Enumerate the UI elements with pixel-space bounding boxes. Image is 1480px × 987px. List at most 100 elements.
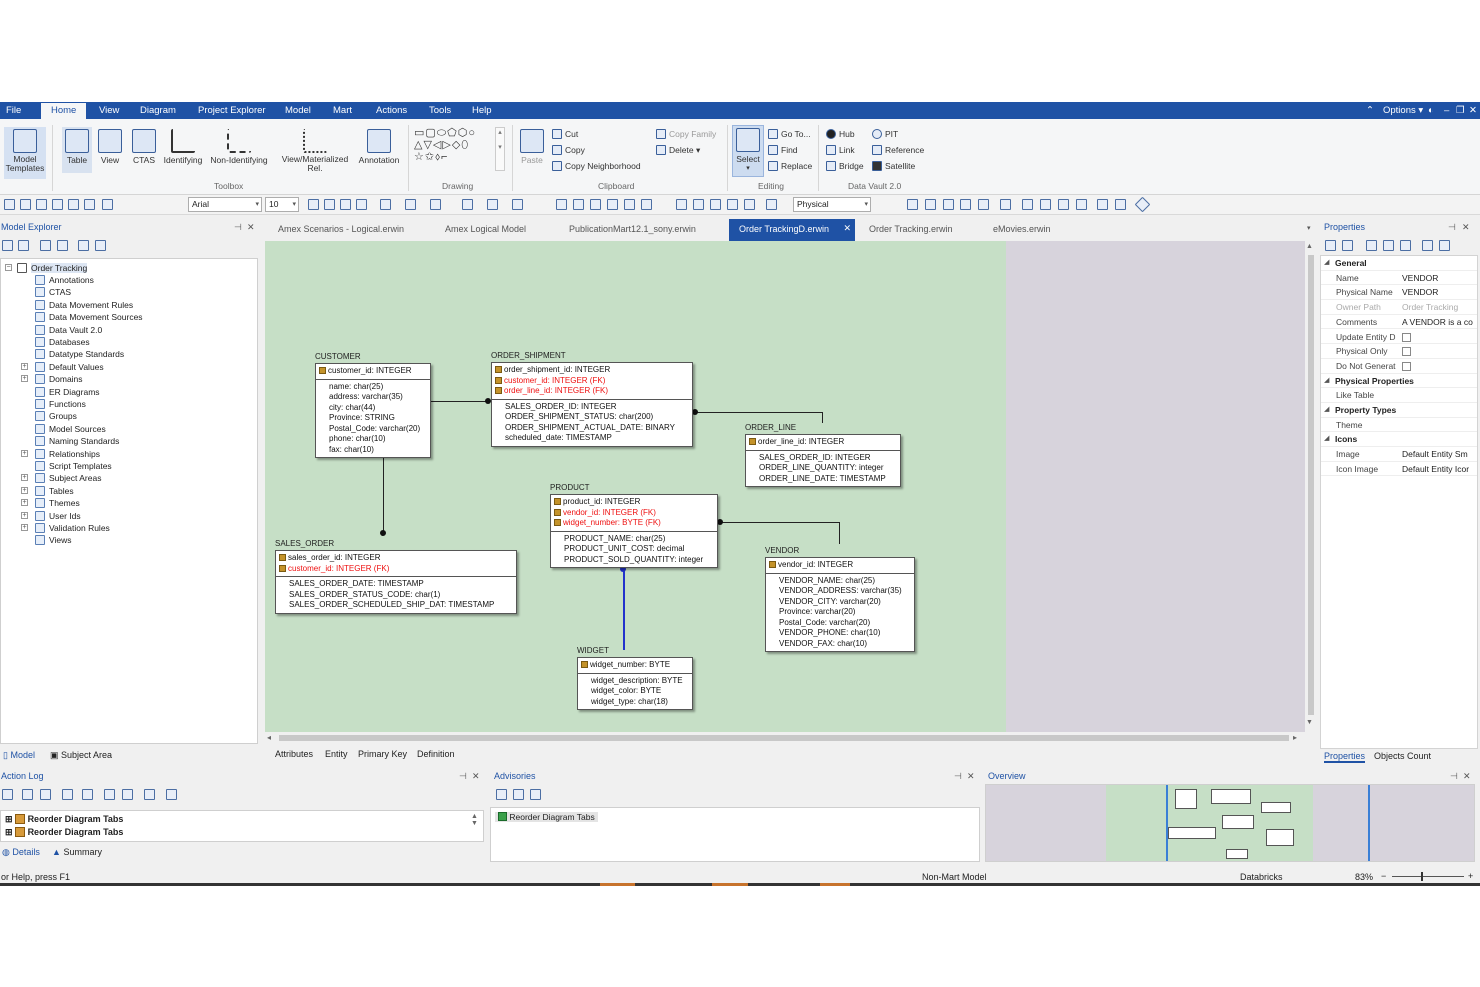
- copy-family-button[interactable]: Copy Family: [656, 127, 716, 141]
- al-tool-9-icon[interactable]: [166, 789, 177, 800]
- attribute-column[interactable]: SALES_ORDER_STATUS_CODE: char(1): [279, 590, 513, 601]
- copy-neighborhood-button[interactable]: Copy Neighborhood: [552, 159, 641, 173]
- primary-key-column[interactable]: vendor_id: INTEGER: [769, 560, 911, 571]
- tree-item-annotations[interactable]: Annotations: [35, 274, 94, 286]
- properties-pin-icon[interactable]: ⊣: [1448, 222, 1456, 233]
- entity-widget[interactable]: widget_number: BYTE widget_description: B…: [577, 657, 693, 710]
- attribute-column[interactable]: ORDER_SHIPMENT_ACTUAL_DATE: BINARY: [495, 423, 689, 434]
- font-color-icon[interactable]: [405, 199, 416, 210]
- expand-icon[interactable]: +: [21, 486, 28, 494]
- view-materialized-rel-button[interactable]: View/Materialized Rel.: [278, 127, 352, 173]
- attribute-column[interactable]: PRODUCT_NAME: char(25): [554, 534, 714, 545]
- prop-edit-icon[interactable]: [1383, 240, 1394, 251]
- action-log-entry[interactable]: ⊞ Reorder Diagram Tabs: [5, 827, 123, 838]
- tree-item-domains[interactable]: + Domains: [21, 373, 83, 385]
- non-identifying-button[interactable]: Non-Identifying: [208, 127, 270, 165]
- tree-item-model-sources[interactable]: Model Sources: [35, 423, 106, 435]
- close-panel-icon[interactable]: ✕: [247, 222, 255, 233]
- tool-4-icon[interactable]: [1076, 199, 1087, 210]
- property-row[interactable]: Physical Name VENDOR: [1321, 285, 1477, 301]
- back-icon[interactable]: [2, 240, 13, 251]
- underline-icon[interactable]: [340, 199, 351, 210]
- attribute-column[interactable]: VENDOR_PHONE: char(10): [769, 628, 911, 639]
- italic-icon[interactable]: [324, 199, 335, 210]
- property-row[interactable]: Update Entity D: [1321, 330, 1477, 345]
- advisories-pin-icon[interactable]: ⊣: [954, 771, 962, 782]
- advisory-entry[interactable]: Reorder Diagram Tabs: [495, 812, 598, 822]
- explorer-tag-icon[interactable]: [95, 240, 106, 251]
- entity-order-shipment[interactable]: order_shipment_id: INTEGER customer_id: I…: [491, 362, 693, 447]
- property-row[interactable]: Physical Only: [1321, 344, 1477, 359]
- rel-customer-sales-order[interactable]: [383, 454, 384, 534]
- attribute-column[interactable]: ORDER_LINE_DATE: TIMESTAMP: [749, 474, 897, 485]
- entity-order-line[interactable]: order_line_id: INTEGER SALES_ORDER_ID: IN…: [745, 434, 901, 487]
- tree-item-data-movement-rules[interactable]: Data Movement Rules: [35, 299, 133, 311]
- close-tab-icon[interactable]: ✕: [843, 223, 851, 234]
- menu-project-explorer[interactable]: Project Explorer: [198, 105, 266, 116]
- align-icon[interactable]: [512, 199, 523, 210]
- annotation-button[interactable]: Annotation: [354, 127, 404, 165]
- overview-pin-icon[interactable]: ⊣: [1450, 771, 1458, 782]
- ctas-button[interactable]: CTAS: [129, 127, 159, 165]
- layout-icon[interactable]: [641, 199, 652, 210]
- line-style-icon[interactable]: [462, 199, 473, 210]
- tree-item-datatype-standards[interactable]: Datatype Standards: [35, 348, 124, 360]
- options-menu[interactable]: Options ▾: [1383, 105, 1423, 116]
- overview-close-icon[interactable]: ✕: [1463, 771, 1471, 782]
- entity-product[interactable]: product_id: INTEGER vendor_id: INTEGER (F…: [550, 494, 718, 568]
- expand-icon[interactable]: +: [21, 524, 28, 531]
- satellite-button[interactable]: Satellite: [872, 159, 915, 173]
- doc-tab[interactable]: PublicationMart12.1_sony.erwin: [569, 224, 696, 234]
- menu-mart[interactable]: Mart: [333, 105, 352, 116]
- expand-icon[interactable]: +: [21, 362, 28, 370]
- menu-tools[interactable]: Tools: [429, 105, 451, 116]
- entity-sales-order[interactable]: sales_order_id: INTEGER customer_id: INTE…: [275, 550, 517, 614]
- properties-close-icon[interactable]: ✕: [1462, 222, 1470, 233]
- rel-order-shipment-order-line[interactable]: [695, 412, 822, 413]
- delete-button[interactable]: Delete ▾: [656, 143, 700, 157]
- zoom-select-icon[interactable]: [607, 199, 618, 210]
- link-button[interactable]: Link: [826, 143, 855, 157]
- attribute-column[interactable]: Postal_Code: varchar(20): [769, 618, 911, 629]
- doc-tab-active[interactable]: Order TrackingD.erwin ✕: [729, 219, 855, 241]
- toolbar-new-icon[interactable]: [4, 199, 15, 210]
- tree-item-ctas[interactable]: CTAS: [35, 286, 71, 298]
- tree-item-data-movement-sources[interactable]: Data Movement Sources: [35, 311, 143, 323]
- find-button[interactable]: Find: [768, 143, 798, 157]
- tree-item-subject-areas[interactable]: + Subject Areas: [21, 472, 101, 484]
- fit-icon[interactable]: [590, 199, 601, 210]
- property-row[interactable]: Owner Path Order Tracking: [1321, 300, 1477, 315]
- property-row[interactable]: Icon Image Default Entity Icor: [1321, 462, 1477, 477]
- action-log-close-icon[interactable]: ✕: [472, 771, 480, 782]
- tree-item-data-vault-2-0[interactable]: Data Vault 2.0: [35, 324, 102, 336]
- logical-physical-select[interactable]: Physical ▾: [793, 197, 871, 212]
- minimize-icon[interactable]: –: [1444, 105, 1449, 116]
- menu-home[interactable]: Home: [41, 103, 87, 119]
- zoom-width-icon[interactable]: [624, 199, 635, 210]
- sheet-tab-primary-key[interactable]: Primary Key: [358, 749, 407, 759]
- attribute-column[interactable]: SALES_ORDER_ID: INTEGER: [495, 402, 689, 413]
- explorer-search-icon[interactable]: [40, 240, 51, 251]
- datatype-display-icon[interactable]: [744, 199, 755, 210]
- zoom-in-button[interactable]: +: [1468, 871, 1473, 881]
- fill-color-icon[interactable]: [380, 199, 391, 210]
- tree-item-script-templates[interactable]: Script Templates: [35, 460, 112, 472]
- line-color-icon[interactable]: [430, 199, 441, 210]
- foreign-key-column[interactable]: customer_id: INTEGER (FK): [495, 376, 689, 387]
- attribute-column[interactable]: VENDOR_ADDRESS: varchar(35): [769, 586, 911, 597]
- toolbar-view-rel-icon[interactable]: [84, 199, 95, 210]
- tool-3-icon[interactable]: [1058, 199, 1069, 210]
- tree-item-relationships[interactable]: + Relationships: [21, 448, 100, 460]
- hub-button[interactable]: Hub: [826, 127, 855, 141]
- property-checkbox[interactable]: [1402, 361, 1411, 371]
- collapse-ribbon-icon[interactable]: ⌃: [1366, 105, 1374, 116]
- link-tool-icon[interactable]: [1115, 199, 1126, 210]
- select-button[interactable]: Select ▾: [732, 125, 764, 177]
- tool-2-icon[interactable]: [1040, 199, 1051, 210]
- go-to-button[interactable]: Go To...: [768, 127, 811, 141]
- identifying-button[interactable]: Identifying: [160, 127, 206, 165]
- collapse-category-icon[interactable]: ◢: [1324, 432, 1329, 446]
- toolbar-save-icon[interactable]: [36, 199, 47, 210]
- tab-details[interactable]: ◍ Details: [2, 847, 40, 858]
- attribute-column[interactable]: VENDOR_NAME: char(25): [769, 576, 911, 587]
